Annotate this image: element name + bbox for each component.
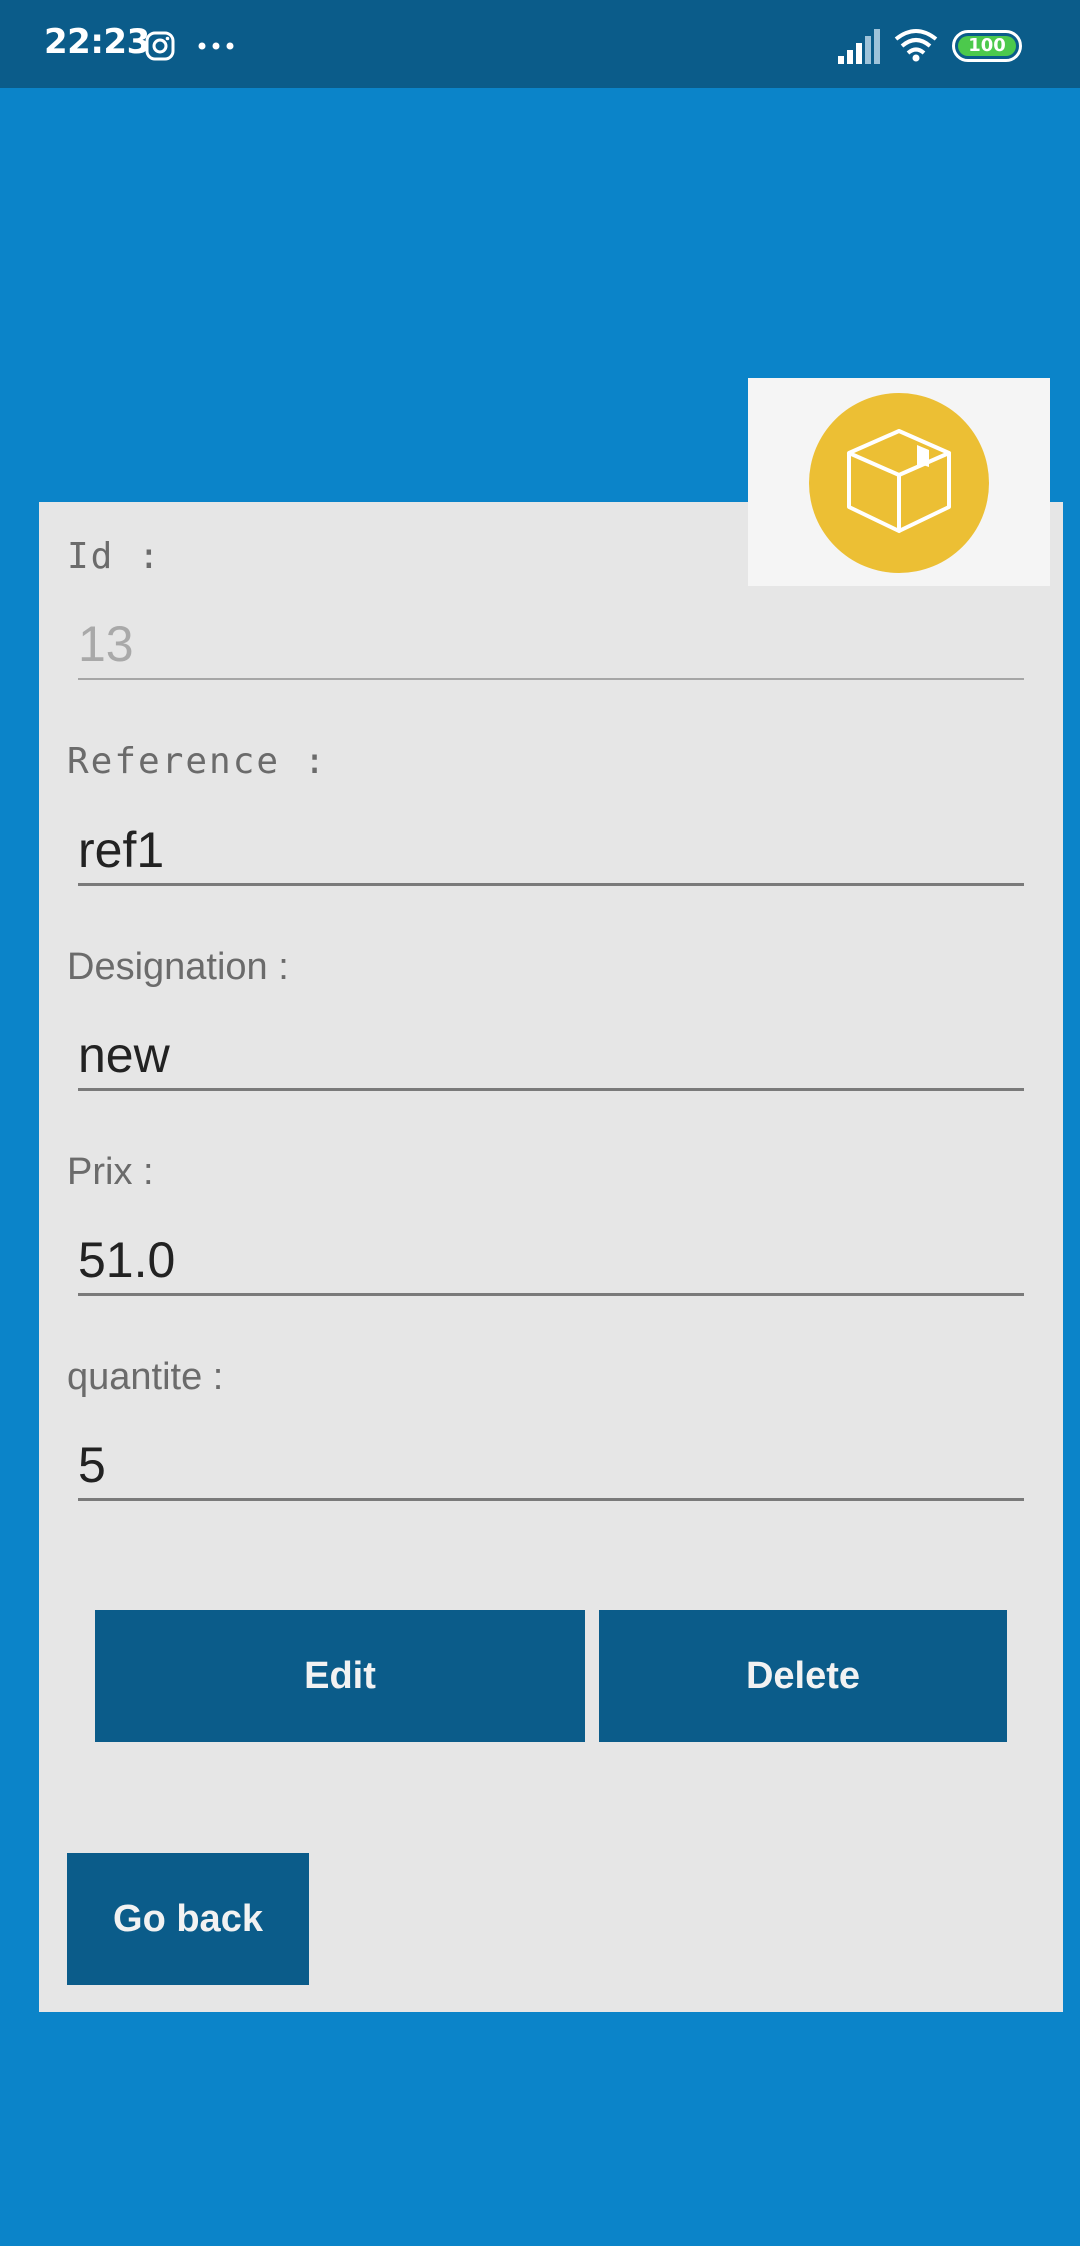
prix-label: Prix :	[67, 1151, 154, 1193]
prix-field[interactable]	[78, 1226, 1024, 1296]
delete-button[interactable]: Delete	[599, 1610, 1007, 1742]
box-icon	[847, 429, 951, 533]
id-label: Id :	[67, 536, 162, 577]
battery-level: 100	[958, 36, 1016, 56]
instagram-icon	[145, 31, 175, 61]
reference-field[interactable]	[78, 816, 1024, 886]
quantite-field[interactable]	[78, 1431, 1024, 1501]
designation-field[interactable]	[78, 1021, 1024, 1091]
battery-icon: 100	[952, 30, 1022, 62]
status-bar: 22:23 100	[0, 0, 1080, 88]
edit-button[interactable]: Edit	[95, 1610, 585, 1742]
signal-icon	[838, 29, 880, 64]
more-dots-icon	[198, 42, 234, 50]
quantite-label: quantite :	[67, 1356, 224, 1398]
go-back-button[interactable]: Go back	[67, 1853, 309, 1985]
status-time: 22:23	[44, 22, 150, 62]
product-logo	[748, 378, 1050, 586]
id-field[interactable]	[78, 610, 1024, 680]
logo-circle	[809, 393, 989, 573]
designation-label: Designation :	[67, 946, 289, 988]
wifi-icon	[894, 29, 938, 62]
reference-label: Reference :	[67, 741, 328, 782]
